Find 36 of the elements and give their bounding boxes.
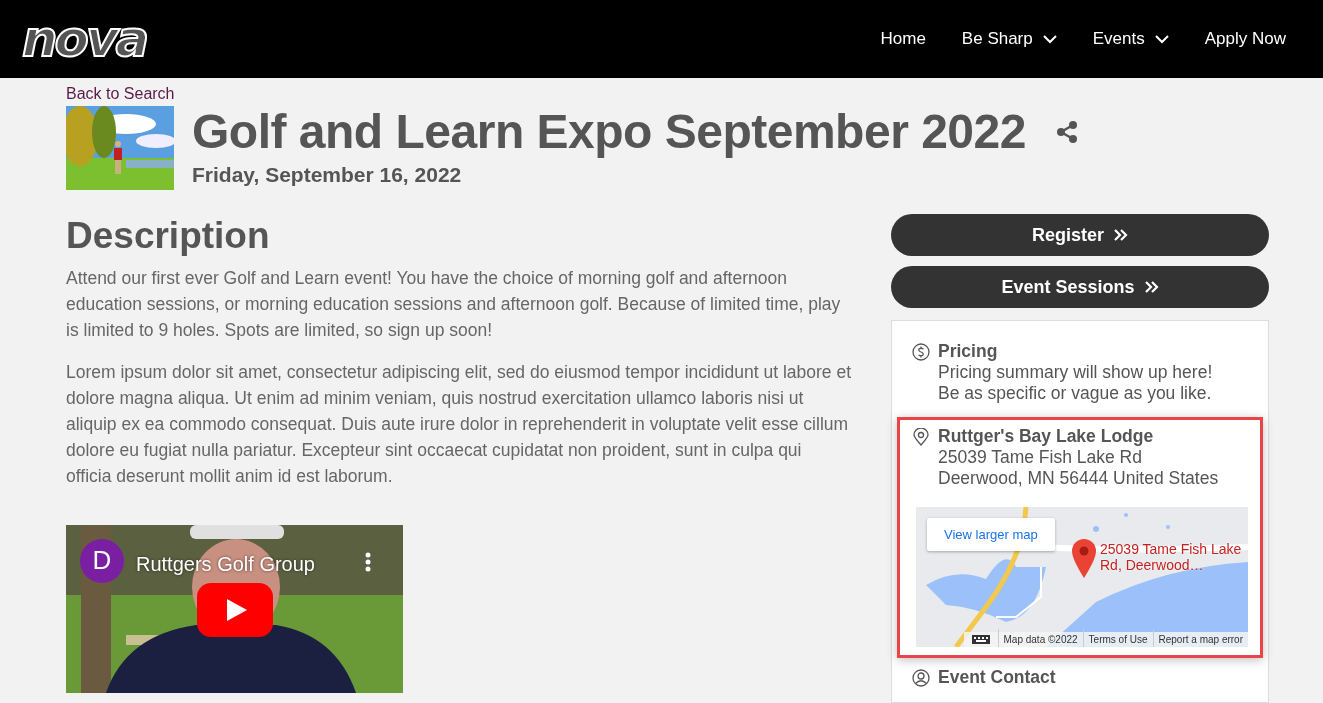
double-chevron-icon [1114, 229, 1128, 242]
keyboard-icon[interactable] [971, 635, 990, 645]
section-heading: Description [66, 214, 271, 259]
paragraph: Lorem ipsum dolor sit amet, consectetur adipiscing elit, sed do eiusmod tempor incididunt ut labore et dolore magna aliqua. Ut enim ad minim veniam, quis nostrud exercitation ullamco laboris nisi ut aliquip ex ea commodo consequat. Duis aute irure dolor in reprehenderit in voluptate velit esse cillum dolore eu fugiat nulla pariatur. Excepteur sint occaecat cupidatat non proident, sunt in culpa qui officia deserunt mollit anim id est laborum. [66, 360, 851, 488]
more-options-icon[interactable] [365, 551, 371, 572]
nav-link[interactable]: Home [880, 26, 926, 52]
detail-text: Pricing summary will show up here! [938, 362, 1213, 384]
caret-icon [1154, 34, 1169, 44]
detail-text: Deerwood, MN 56444 United States [938, 468, 1220, 490]
double-chevron-icon [1144, 281, 1159, 294]
paragraph: Attend our first ever Golf and Learn event! You have the choice of morning golf and afternoon education sessions, or morning education sessions and afternoon golf. Because of limited time, play is limited to 9 holes. Spots are limited, so sign up soon! [66, 266, 842, 342]
share-icon[interactable] [1055, 120, 1078, 145]
detail-title: Ruttger's Bay Lake Lodge [938, 426, 1155, 448]
map-footer-link[interactable]: Report a map error [1152, 629, 1248, 648]
back-link[interactable]: Back to Search [66, 82, 175, 106]
map-footer-link[interactable]: Map data ©2022 [997, 629, 1083, 648]
dollar-icon [912, 343, 930, 362]
map-link-button[interactable]: View larger map [927, 518, 1055, 552]
detail-text: Be as specific or vague as you like. [938, 383, 1213, 405]
map-footer-link[interactable]: Terms of Use [1082, 629, 1153, 648]
nav-link[interactable]: Be Sharp [961, 26, 1057, 52]
person-icon [912, 669, 930, 688]
nav-link[interactable]: Apply Now [1204, 26, 1286, 52]
caret-icon [1042, 34, 1057, 44]
action-button[interactable]: Event Sessions [891, 266, 1269, 309]
action-button[interactable]: Register [891, 214, 1269, 257]
map-marker-label: 25039 Tame Fish Lake Rd, Deerwood… [1100, 541, 1243, 574]
detail-text: 25039 Tame Fish Lake Rd [938, 447, 1143, 469]
location-pin-icon [912, 428, 930, 447]
nav-link[interactable]: Events [1092, 26, 1169, 52]
map-marker-icon [1070, 537, 1098, 580]
detail-title: Event Contact [938, 667, 1056, 689]
detail-title: Pricing [938, 341, 999, 363]
play-button[interactable] [197, 582, 273, 637]
event-title: Golf and Learn Expo September 2022 [192, 106, 1026, 159]
event-date: Friday, September 16, 2022 [192, 161, 463, 188]
